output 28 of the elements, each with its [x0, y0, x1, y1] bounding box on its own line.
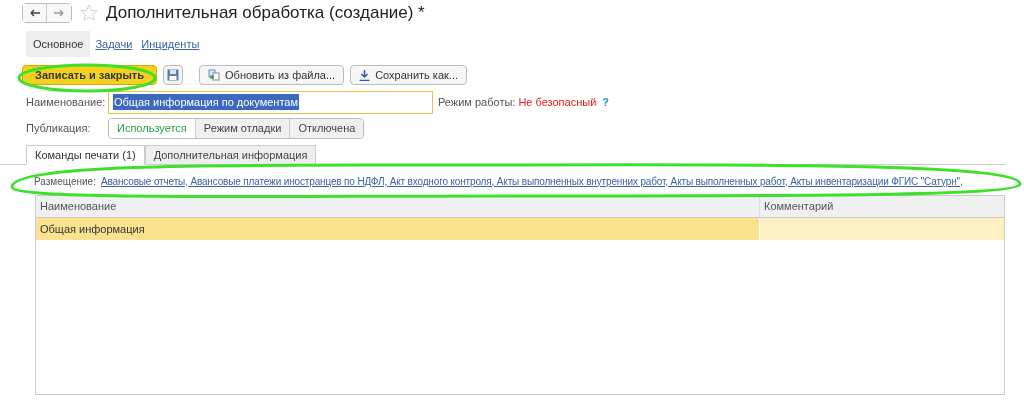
content-tab[interactable]: Команды печати (1) — [26, 145, 145, 165]
table-row[interactable]: Общая информация — [36, 218, 1004, 240]
update-from-file-button[interactable]: Обновить из файла... — [199, 65, 345, 85]
mode-value: Не безопасный — [518, 94, 597, 110]
mode-label: Режим работы: — [438, 94, 516, 110]
publication-option[interactable]: Режим отладки — [194, 118, 290, 138]
name-label: Наименование: — [26, 94, 107, 110]
forward-arrow-icon — [54, 9, 64, 17]
name-input[interactable]: Общая информация по документам — [108, 90, 433, 114]
column-header[interactable]: Наименование — [36, 196, 760, 217]
placement-link[interactable]: Авансовые отчеты, Авансовые платежи иностранцев по НДФЛ, Акт входного контроля, Акты выполненных внутренних работ, Акты выполненных работ, Акты инвентаризации ФГИС "Сатурн", — [100, 173, 963, 189]
publication-option[interactable]: Отключена — [289, 118, 364, 138]
column-header[interactable]: Комментарий — [760, 196, 1004, 217]
document-refresh-icon — [208, 69, 221, 81]
section-tab[interactable]: Задачи — [91, 31, 137, 57]
save-button[interactable] — [163, 65, 184, 85]
placement-label: Размещение: — [34, 174, 96, 189]
section-tab[interactable]: Основное — [26, 31, 91, 57]
publication-label: Публикация: — [26, 120, 92, 136]
star-icon[interactable] — [80, 4, 98, 22]
save-as-button[interactable]: Сохранить как... — [350, 65, 468, 85]
content-tab[interactable]: Дополнительная информация — [144, 145, 317, 165]
back-arrow-icon — [29, 9, 40, 17]
back-button[interactable] — [23, 4, 47, 22]
help-link[interactable]: ? — [602, 93, 610, 111]
section-tab[interactable]: Инциденты — [137, 31, 204, 57]
download-icon — [359, 69, 371, 81]
window-title: Дополнительная обработка (создание) * — [106, 2, 425, 25]
